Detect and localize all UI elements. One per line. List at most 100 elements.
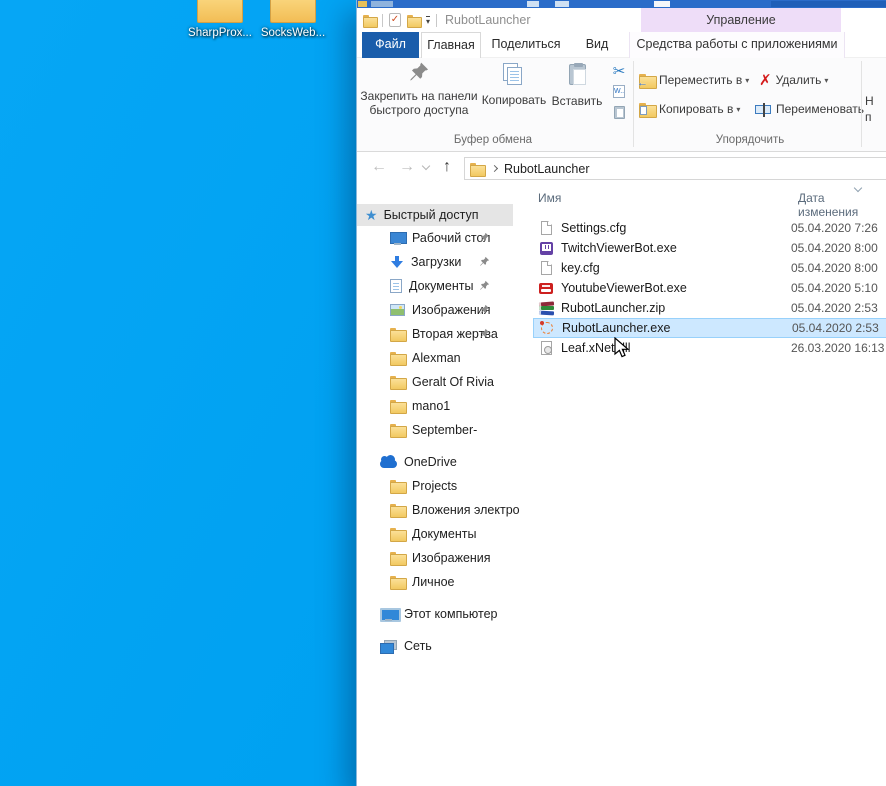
desktop-icon-label: SocksWeb... — [257, 27, 329, 39]
sidebar-item-documents-onedrive[interactable]: Документы — [357, 522, 525, 546]
folder-icon — [390, 400, 405, 412]
file-name: YoutubeViewerBot.exe — [561, 281, 687, 295]
sidebar-item-label: Projects — [412, 479, 457, 493]
sidebar-item-downloads[interactable]: Загрузки — [357, 250, 525, 274]
ribbon: Закрепить на панели быстрого доступа Коп… — [357, 58, 886, 152]
file-name: key.cfg — [561, 261, 600, 275]
desktop-icon-sharpprox[interactable]: SharpProx... — [184, 0, 256, 39]
pin-icon — [479, 304, 490, 315]
delete-button[interactable]: ✗ Удалить ▾ — [759, 68, 828, 92]
sidebar-item-projects[interactable]: Projects — [357, 474, 525, 498]
pin-to-quick-access-button[interactable]: Закрепить на панели быстрого доступа — [359, 60, 479, 132]
cut-button[interactable]: ✂ — [607, 60, 631, 81]
file-name: Settings.cfg — [561, 221, 626, 235]
file-date: 05.04.2020 2:53 — [792, 321, 879, 335]
column-header-date[interactable]: Дата изменения — [798, 191, 886, 219]
sidebar-item-alexman[interactable]: Alexman — [357, 346, 525, 370]
file-date: 05.04.2020 8:00 — [791, 241, 878, 255]
sidebar-item-label: Изображения — [412, 551, 491, 565]
sidebar-item-documents[interactable]: Документы — [357, 274, 525, 298]
folder-icon[interactable] — [363, 15, 376, 26]
sidebar-item-vlozheniya[interactable]: Вложения электро — [357, 498, 525, 522]
breadcrumb[interactable]: RubotLauncher — [504, 162, 589, 176]
manage-contextual-tab[interactable]: Управление — [641, 8, 841, 32]
properties-check-icon[interactable]: ✓ — [389, 13, 401, 27]
sidebar-item-pictures-onedrive[interactable]: Изображения — [357, 546, 525, 570]
paste-shortcut-button[interactable] — [607, 102, 631, 123]
tab-application-tools[interactable]: Средства работы с приложениями — [629, 32, 845, 58]
delete-x-icon: ✗ — [759, 71, 772, 89]
sidebar-item-geralt-of-rivia[interactable]: Geralt Of Rivia — [357, 370, 525, 394]
file-row[interactable]: YoutubeViewerBot.exe 05.04.2020 5:10 — [533, 278, 886, 298]
paste-button[interactable]: Вставить — [549, 60, 605, 132]
new-folder-label-cut[interactable]: п — [865, 110, 872, 124]
sidebar-item-label: Geralt Of Rivia — [412, 375, 494, 389]
file-date: 05.04.2020 8:00 — [791, 261, 878, 275]
copy-to-button[interactable]: Копировать в ▾ — [639, 97, 740, 121]
sidebar-item-network[interactable]: Сеть — [357, 634, 525, 658]
explorer-window: ✓ ▾ RubotLauncher Управление Файл Главна… — [356, 0, 886, 786]
file-name: RubotLauncher.zip — [561, 301, 665, 315]
file-row[interactable]: Leaf.xNet.dll 26.03.2020 16:13 — [533, 338, 886, 358]
pushpin-icon — [408, 60, 430, 84]
documents-icon — [390, 279, 402, 293]
paste-label: Вставить — [549, 94, 605, 108]
dropdown-caret-icon: ▾ — [824, 76, 828, 85]
move-to-button[interactable]: ← Переместить в ▾ — [639, 68, 749, 92]
paste-icon — [569, 64, 586, 85]
pin-icon — [479, 232, 490, 243]
column-header-name[interactable]: Имя — [538, 191, 561, 205]
cfg-file-icon — [541, 261, 552, 275]
sidebar-item-this-pc[interactable]: Этот компьютер — [357, 602, 525, 626]
sidebar-item-lichnoe[interactable]: Личное — [357, 570, 525, 594]
copy-path-button[interactable]: W.. — [607, 81, 631, 102]
copy-button[interactable]: Копировать — [479, 60, 549, 132]
tab-view[interactable]: Вид — [571, 32, 623, 58]
sidebar-item-pictures[interactable]: Изображения — [357, 298, 525, 322]
dropdown-caret-icon: ▾ — [736, 105, 740, 114]
rename-button[interactable]: Переименовать — [755, 97, 864, 121]
file-row[interactable]: TwitchViewerBot.exe 05.04.2020 8:00 — [533, 238, 886, 258]
file-date: 05.04.2020 7:26 — [791, 221, 878, 235]
title-bar: ✓ ▾ RubotLauncher Управление — [357, 8, 886, 32]
file-row[interactable]: key.cfg 05.04.2020 8:00 — [533, 258, 886, 278]
tab-share[interactable]: Поделиться — [483, 32, 569, 58]
pin-label-line1: Закрепить на панели — [359, 89, 479, 103]
desktop-icon-socksweb[interactable]: SocksWeb... — [257, 0, 329, 39]
folder-icon — [390, 328, 405, 340]
sidebar-item-mano1[interactable]: mano1 — [357, 394, 525, 418]
back-button[interactable]: ← — [371, 157, 387, 177]
quick-access-toolbar: ✓ ▾ RubotLauncher — [363, 10, 531, 30]
address-bar[interactable]: RubotLauncher — [464, 157, 886, 180]
window-title: RubotLauncher — [445, 13, 530, 27]
sidebar-item-label: Личное — [412, 575, 455, 589]
up-button[interactable]: ↑ — [443, 157, 451, 177]
file-date: 26.03.2020 16:13 — [791, 341, 884, 355]
sidebar-item-september[interactable]: September- — [357, 418, 525, 442]
folder-icon — [390, 424, 405, 436]
tab-file[interactable]: Файл — [362, 32, 419, 58]
file-date: 05.04.2020 5:10 — [791, 281, 878, 295]
file-row-selected[interactable]: RubotLauncher.exe 05.04.2020 2:53 — [533, 318, 886, 338]
sidebar-item-desktop[interactable]: Рабочий стол — [357, 226, 525, 250]
copy-to-folder-icon — [639, 103, 655, 116]
file-row[interactable]: Settings.cfg 05.04.2020 7:26 — [533, 218, 886, 238]
new-folder-label-cut[interactable]: Н — [865, 94, 874, 108]
sidebar-item-vtoraya-zhertva[interactable]: Вторая жертва — [357, 322, 525, 346]
navigation-bar: ← → ↑ RubotLauncher — [357, 152, 886, 184]
separator — [436, 14, 437, 27]
tab-home[interactable]: Главная — [421, 32, 481, 58]
new-folder-icon[interactable] — [407, 15, 420, 26]
file-row[interactable]: RubotLauncher.zip 05.04.2020 2:53 — [533, 298, 886, 318]
this-pc-icon — [380, 608, 397, 621]
navigation-pane: Рабочий стол Загрузки Документы Изображе… — [357, 226, 525, 658]
customize-qat-chevron-icon[interactable]: ▾ — [426, 16, 430, 25]
sidebar-item-label: mano1 — [412, 399, 450, 413]
sidebar-item-onedrive[interactable]: OneDrive — [357, 450, 525, 474]
dll-file-icon — [541, 341, 552, 355]
forward-button[interactable]: → — [399, 157, 415, 177]
breadcrumb-chevron-icon — [491, 165, 498, 172]
group-separator — [861, 61, 862, 147]
sidebar-item-quick-access[interactable]: ★ Быстрый доступ — [357, 204, 513, 226]
recent-locations-chevron-icon[interactable] — [422, 162, 430, 170]
